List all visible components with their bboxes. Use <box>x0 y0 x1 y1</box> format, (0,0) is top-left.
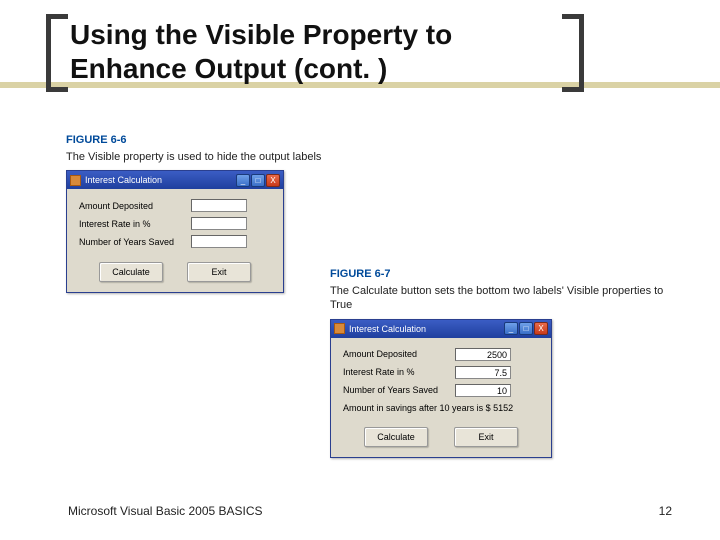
window-body: Amount Deposited 2500 Interest Rate in %… <box>331 338 551 457</box>
amount-field[interactable]: 2500 <box>455 348 511 361</box>
calculate-button[interactable]: Calculate <box>364 427 428 447</box>
window-body: Amount Deposited Interest Rate in % Numb… <box>67 189 283 292</box>
slide-title-wrap: Using the Visible Property to Enhance Ou… <box>70 18 570 85</box>
window-title: Interest Calculation <box>349 324 504 334</box>
figure-6-6: FIGURE 6-6 The Visible property is used … <box>66 134 366 293</box>
figure-label: FIGURE 6-7 <box>330 268 670 280</box>
row-amount: Amount Deposited <box>79 199 271 212</box>
minimize-button[interactable]: _ <box>504 322 518 335</box>
years-label: Number of Years Saved <box>79 237 191 247</box>
window-title: Interest Calculation <box>85 175 236 185</box>
vb-window-1: Interest Calculation _ □ X Amount Deposi… <box>66 170 284 293</box>
maximize-button[interactable]: □ <box>251 174 265 187</box>
app-icon <box>334 323 345 334</box>
vb-window-2: Interest Calculation _ □ X Amount Deposi… <box>330 319 552 458</box>
footer-text: Microsoft Visual Basic 2005 BASICS <box>68 504 263 518</box>
exit-button[interactable]: Exit <box>454 427 518 447</box>
titlebar: Interest Calculation _ □ X <box>67 171 283 189</box>
row-years: Number of Years Saved 10 <box>343 384 539 397</box>
years-field[interactable]: 10 <box>455 384 511 397</box>
amount-field[interactable] <box>191 199 247 212</box>
years-label: Number of Years Saved <box>343 385 455 395</box>
years-field[interactable] <box>191 235 247 248</box>
minimize-button[interactable]: _ <box>236 174 250 187</box>
amount-label: Amount Deposited <box>79 201 191 211</box>
window-controls: _ □ X <box>236 174 280 187</box>
result-label: Amount in savings after 10 years is $ 51… <box>343 403 539 413</box>
button-row: Calculate Exit <box>79 262 271 284</box>
page-number: 12 <box>659 504 672 518</box>
figure-label: FIGURE 6-6 <box>66 134 366 146</box>
amount-label: Amount Deposited <box>343 349 455 359</box>
button-row: Calculate Exit <box>343 427 539 449</box>
title-bracket-left <box>46 14 68 92</box>
row-amount: Amount Deposited 2500 <box>343 348 539 361</box>
rate-label: Interest Rate in % <box>79 219 191 229</box>
maximize-button[interactable]: □ <box>519 322 533 335</box>
exit-button[interactable]: Exit <box>187 262 251 282</box>
rate-label: Interest Rate in % <box>343 367 455 377</box>
row-rate: Interest Rate in % <box>79 217 271 230</box>
rate-field[interactable]: 7.5 <box>455 366 511 379</box>
figure-caption: The Calculate button sets the bottom two… <box>330 284 670 313</box>
close-button[interactable]: X <box>534 322 548 335</box>
rate-field[interactable] <box>191 217 247 230</box>
row-years: Number of Years Saved <box>79 235 271 248</box>
app-icon <box>70 175 81 186</box>
figure-caption: The Visible property is used to hide the… <box>66 150 366 164</box>
window-controls: _ □ X <box>504 322 548 335</box>
calculate-button[interactable]: Calculate <box>99 262 163 282</box>
figure-6-7: FIGURE 6-7 The Calculate button sets the… <box>330 268 670 458</box>
slide-title: Using the Visible Property to Enhance Ou… <box>70 18 570 85</box>
row-rate: Interest Rate in % 7.5 <box>343 366 539 379</box>
close-button[interactable]: X <box>266 174 280 187</box>
titlebar: Interest Calculation _ □ X <box>331 320 551 338</box>
